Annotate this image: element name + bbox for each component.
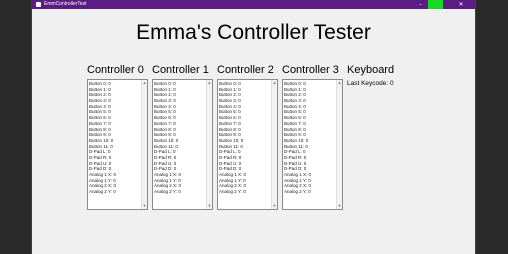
controller-3-lines: Button 0: 0 Button 1: 0 Button 2: 0 Button … <box>284 81 334 195</box>
list-item: Analog 2 Y: 0 <box>154 189 181 195</box>
controller-2-listbox[interactable]: Button 0: 0 Button 1: 0 Button 2: 0 Button … <box>217 79 278 210</box>
scroll-up-icon[interactable]: ▲ <box>337 80 342 86</box>
controller-0-listbox[interactable]: Button 0: 0 Button 1: 0 Button 2: 0 Button … <box>87 79 148 210</box>
controller-3-listbox[interactable]: Button 0: 0 Button 1: 0 Button 2: 0 Button … <box>282 79 343 210</box>
controller-0-lines: Button 0: 0 Button 1: 0 Button 2: 0 Button … <box>89 81 139 195</box>
window-title: EmmControllerTest <box>44 1 87 7</box>
scrollbar[interactable]: ▲ ▼ <box>336 80 342 209</box>
scroll-down-icon[interactable]: ▼ <box>142 203 147 209</box>
minimize-button[interactable]: – <box>413 0 428 9</box>
list-item: Analog 2 Y: 0 <box>284 189 311 195</box>
controller-0-title: Controller 0 <box>87 64 144 76</box>
scrollbar[interactable]: ▲ ▼ <box>141 80 147 209</box>
app-icon <box>36 2 41 7</box>
controller-1-lines: Button 0: 0 Button 1: 0 Button 2: 0 Button … <box>154 81 204 195</box>
maximize-button[interactable] <box>428 0 443 9</box>
scroll-down-icon[interactable]: ▼ <box>337 203 342 209</box>
scroll-up-icon[interactable]: ▲ <box>272 80 277 86</box>
scroll-up-icon[interactable]: ▲ <box>207 80 212 86</box>
scroll-up-icon[interactable]: ▲ <box>142 80 147 86</box>
controller-1-title: Controller 1 <box>152 64 209 76</box>
scroll-down-icon[interactable]: ▼ <box>207 203 212 209</box>
app-window: EmmControllerTest – ✕ Emma's Controller … <box>31 0 476 254</box>
close-button[interactable]: ✕ <box>446 0 475 9</box>
title-bar[interactable]: EmmControllerTest – ✕ <box>32 0 475 9</box>
scrollbar[interactable]: ▲ ▼ <box>271 80 277 209</box>
page-title: Emma's Controller Tester <box>136 21 371 44</box>
list-item: Analog 2 Y: 0 <box>89 189 116 195</box>
keyboard-title: Keyboard <box>347 64 395 76</box>
controller-2-lines: Button 0: 0 Button 1: 0 Button 2: 0 Button … <box>219 81 269 195</box>
last-keycode-label: Last Keycode: 0 <box>347 80 394 87</box>
controller-2-title: Controller 2 <box>217 64 274 76</box>
list-item: Analog 2 Y: 0 <box>219 189 246 195</box>
scrollbar[interactable]: ▲ ▼ <box>206 80 212 209</box>
controller-1-listbox[interactable]: Button 0: 0 Button 1: 0 Button 2: 0 Button … <box>152 79 213 210</box>
scroll-down-icon[interactable]: ▼ <box>272 203 277 209</box>
controller-3-title: Controller 3 <box>282 64 339 76</box>
